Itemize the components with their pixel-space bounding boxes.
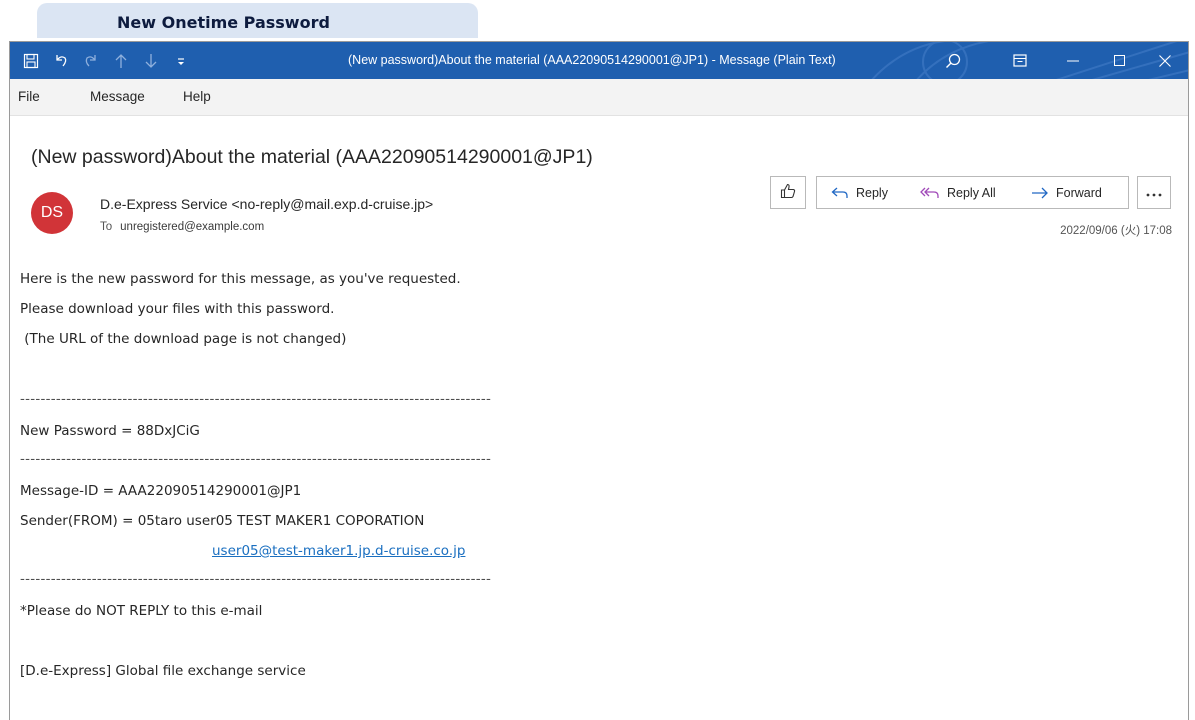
message-id-line: Message-ID = AAA22090514290001@JP1 [20,483,302,499]
menu-file[interactable]: File [18,89,40,104]
thumbs-up-icon [780,183,796,202]
service-footer: [D.e-Express] Global file exchange servi… [20,663,306,679]
menu-bar: File Message Help [10,79,1188,116]
new-password-line: New Password = 88DxJCiG [20,423,200,439]
search-icon[interactable] [933,42,973,79]
sender-from-line: Sender(FROM) = 05taro user05 TEST MAKER1… [20,513,425,529]
page-tab: New Onetime Password [37,3,478,38]
sender-email-link[interactable]: user05@test-maker1.jp.d-cruise.co.jp [212,543,465,559]
undo-icon[interactable] [49,49,73,73]
menu-message[interactable]: Message [90,89,145,104]
menu-help[interactable]: Help [183,89,211,104]
maximize-icon[interactable] [1096,42,1142,79]
reply-button[interactable]: Reply [816,176,909,209]
reply-all-button[interactable]: Reply All [908,176,1020,209]
separator-line: ----------------------------------------… [20,391,492,407]
separator-line: ----------------------------------------… [20,451,492,467]
customize-qat-icon[interactable] [169,49,193,73]
quick-access-toolbar [10,42,193,79]
title-bar: (New password)About the material (AAA220… [10,42,1188,79]
more-actions-button[interactable] [1137,176,1171,209]
close-icon[interactable] [1142,42,1188,79]
page-tab-label: New Onetime Password [117,13,330,32]
avatar[interactable]: DS [31,192,73,234]
forward-button[interactable]: Forward [1019,176,1129,209]
down-arrow-icon[interactable] [139,49,163,73]
redo-icon[interactable] [79,49,103,73]
like-button[interactable] [770,176,806,209]
recipient-line: To unregistered@example.com [100,221,264,233]
up-arrow-icon[interactable] [109,49,133,73]
separator-line: ----------------------------------------… [20,571,492,587]
sender-name[interactable]: D.e-Express Service <no-reply@mail.exp.d… [100,196,433,212]
no-reply-notice: *Please do NOT REPLY to this e-mail [20,603,263,619]
more-icon [1146,186,1162,200]
message-subject: (New password)About the material (AAA220… [31,146,593,168]
save-icon[interactable] [19,49,43,73]
to-label: To [100,221,113,233]
reply-label: Reply [856,185,888,200]
recipient-address[interactable]: unregistered@example.com [120,221,264,233]
forward-label: Forward [1056,185,1102,200]
reply-all-icon [920,186,940,200]
received-date: 2022/09/06 (火) 17:08 [1060,225,1172,237]
body-line-1: Here is the new password for this messag… [20,271,461,287]
reply-icon [831,186,849,200]
window-title: (New password)About the material (AAA220… [348,53,836,67]
message-window: (New password)About the material (AAA220… [9,41,1189,720]
body-line-3: (The URL of the download page is not cha… [20,331,347,347]
forward-icon [1031,186,1049,200]
body-line-2: Please download your files with this pas… [20,301,335,317]
minimize-icon[interactable] [1050,42,1096,79]
ribbon-display-icon[interactable] [1000,42,1040,79]
reply-all-label: Reply All [947,185,996,200]
